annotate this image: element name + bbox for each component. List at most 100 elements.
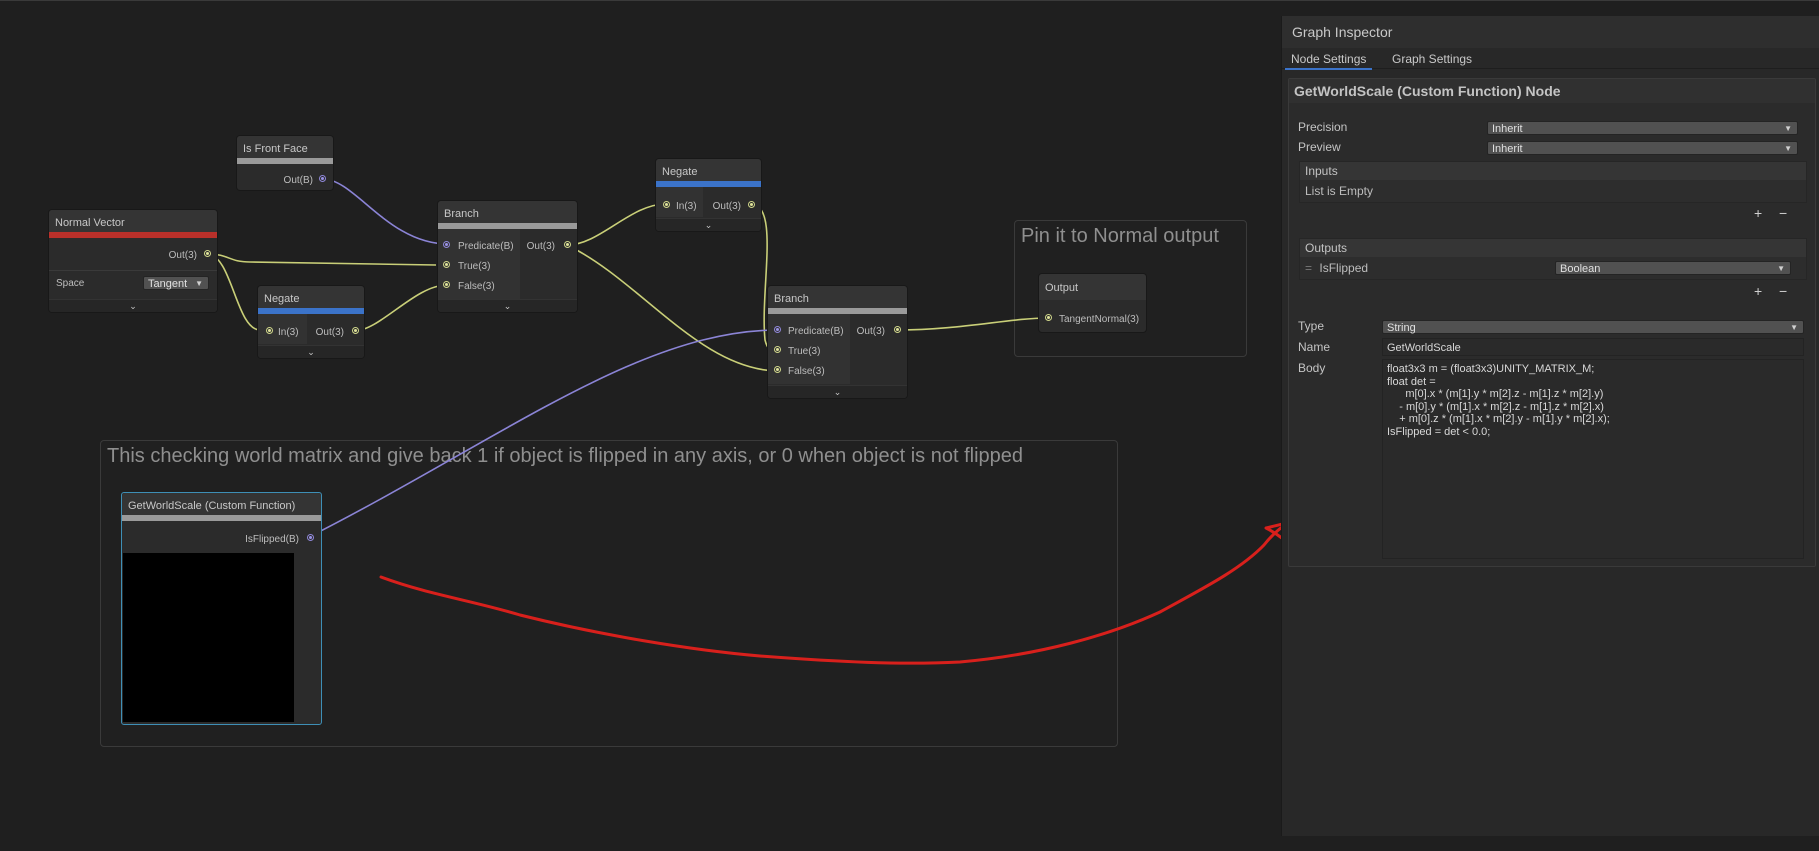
node-title: GetWorldScale (Custom Function) (122, 493, 321, 515)
body-line: + m[0].z * (m[1].x * m[2].y - m[1].y * m… (1387, 413, 1610, 426)
minus-icon[interactable]: − (1779, 205, 1787, 221)
plus-icon[interactable]: + (1754, 205, 1762, 221)
inputs-section: Inputs List is Empty (1299, 161, 1807, 203)
preview-value: Inherit (1492, 143, 1523, 155)
node-branch-right[interactable]: Branch Predicate(B) True(3) False(3) Out… (768, 286, 907, 398)
port-label: Out(3) (712, 201, 741, 212)
port-label: Out(3) (315, 327, 344, 338)
chevron-down-icon: ⌄ (833, 387, 842, 397)
port-label: Out(3) (856, 326, 885, 337)
chevron-down-icon: ▼ (1784, 124, 1792, 133)
group-title[interactable]: Pin it to Normal output (1021, 225, 1219, 248)
space-value: Tangent (148, 278, 188, 290)
inspector-title: Graph Inspector (1282, 16, 1819, 48)
plus-icon[interactable]: + (1754, 283, 1762, 299)
chevron-down-icon: ▼ (1784, 144, 1792, 153)
port-label: Out(3) (526, 241, 555, 252)
node-title: Negate (656, 159, 761, 181)
node-negate-bottom[interactable]: Negate In(3) Out(3) ⌄ (258, 286, 364, 358)
port-in-vector[interactable] (266, 327, 273, 334)
body-line: - m[0].y * (m[1].x * m[2].z - m[1].z * m… (1387, 400, 1604, 413)
port-label: Predicate(B) (458, 241, 514, 252)
name-field[interactable]: GetWorldScale (1382, 338, 1804, 356)
body-textarea[interactable]: float3x3 m = (float3x3)UNITY_MATRIX_M; f… (1382, 359, 1804, 559)
body-label: Body (1298, 361, 1326, 375)
precision-dropdown[interactable]: Inherit ▼ (1487, 121, 1798, 135)
wire-negate-to-branch-false (353, 284, 448, 332)
port-in-true[interactable] (443, 261, 450, 268)
type-label: Type (1298, 319, 1325, 333)
port-in-predicate[interactable] (774, 326, 781, 333)
output-row[interactable]: = IsFlipped Boolean ▼ (1300, 257, 1806, 279)
port-label: Out(3) (168, 250, 197, 261)
node-title: Branch (768, 286, 907, 308)
port-in-tangent-normal[interactable] (1045, 314, 1052, 321)
precision-value: Inherit (1492, 123, 1523, 135)
port-out-bool[interactable] (307, 534, 314, 541)
divider (49, 270, 217, 271)
precision-label: Precision (1298, 120, 1348, 134)
node-preview (123, 553, 294, 722)
node-custom-function[interactable]: GetWorldScale (Custom Function) IsFlippe… (121, 492, 322, 725)
body-line: float3x3 m = (float3x3)UNITY_MATRIX_M; (1387, 363, 1595, 375)
port-out-vector[interactable] (204, 250, 211, 257)
expand-toggle[interactable]: ⌄ (656, 218, 761, 231)
output-type-dropdown[interactable]: Boolean ▼ (1555, 261, 1791, 275)
chevron-down-icon: ⌄ (307, 347, 315, 357)
body-line: float det = (1387, 375, 1436, 388)
preview-dropdown[interactable]: Inherit ▼ (1487, 141, 1798, 155)
body-line: m[0].x * (m[1].y * m[2].z - m[1].z * m[2… (1387, 388, 1604, 401)
chevron-down-icon: ▼ (1777, 264, 1785, 273)
port-out-vector[interactable] (894, 326, 901, 333)
expand-toggle[interactable]: ⌄ (768, 385, 907, 398)
port-out-vector[interactable] (748, 201, 755, 208)
type-value: String (1387, 322, 1416, 334)
port-label: True(3) (788, 346, 821, 357)
expand-toggle[interactable]: ⌄ (258, 345, 364, 358)
graph-inspector[interactable]: Graph Inspector Node Settings Graph Sett… (1281, 16, 1819, 836)
panel-title: GetWorldScale (Custom Function) Node (1289, 79, 1815, 103)
port-out-vector[interactable] (564, 241, 571, 248)
port-in-predicate[interactable] (443, 241, 450, 248)
node-is-front-face[interactable]: Is Front Face Out(B) (237, 136, 333, 190)
drag-handle-icon[interactable]: = (1305, 261, 1312, 275)
port-label: In(3) (676, 201, 697, 212)
expand-toggle[interactable]: ⌄ (438, 299, 577, 312)
node-title: Normal Vector (49, 210, 217, 232)
inputs-empty: List is Empty (1300, 180, 1806, 202)
wire-branch-to-negate (566, 203, 667, 246)
outputs-header: Outputs (1300, 239, 1806, 257)
port-label: False(3) (458, 281, 495, 292)
node-title: Branch (438, 201, 577, 223)
minus-icon[interactable]: − (1779, 283, 1787, 299)
top-border (0, 0, 1819, 1)
port-out-bool[interactable] (319, 175, 326, 182)
chevron-down-icon: ▼ (195, 279, 203, 288)
expand-toggle[interactable]: ⌄ (49, 299, 217, 312)
node-normal-vector[interactable]: Normal Vector Out(3) Space Tangent ▼ ⌄ (49, 210, 217, 312)
port-in-false[interactable] (443, 281, 450, 288)
preview-label: Preview (1298, 140, 1341, 154)
node-branch-left[interactable]: Branch Predicate(B) True(3) False(3) Out… (438, 201, 577, 312)
output-name: IsFlipped (1319, 261, 1369, 275)
port-label: False(3) (788, 366, 825, 377)
node-title: Is Front Face (237, 136, 333, 158)
chevron-down-icon: ▼ (1790, 323, 1798, 332)
port-label: True(3) (458, 261, 491, 272)
port-label: In(3) (278, 327, 299, 338)
group-title[interactable]: This checking world matrix and give back… (107, 445, 1023, 468)
node-negate-top[interactable]: Negate In(3) Out(3) ⌄ (656, 159, 761, 231)
chevron-down-icon: ⌄ (503, 301, 512, 311)
tab-graph-settings[interactable]: Graph Settings (1386, 50, 1478, 68)
port-in-false[interactable] (774, 366, 781, 373)
space-dropdown[interactable]: Tangent ▼ (143, 276, 209, 290)
port-in-true[interactable] (774, 346, 781, 353)
port-label: IsFlipped(B) (245, 534, 299, 545)
wire-frontface-to-predicate (322, 178, 449, 245)
node-output[interactable]: Output TangentNormal(3) (1039, 274, 1146, 332)
port-out-vector[interactable] (352, 327, 359, 334)
tab-node-settings[interactable]: Node Settings (1285, 50, 1373, 70)
port-in-vector[interactable] (663, 201, 670, 208)
name-value: GetWorldScale (1387, 342, 1461, 354)
type-dropdown[interactable]: String ▼ (1382, 320, 1804, 334)
